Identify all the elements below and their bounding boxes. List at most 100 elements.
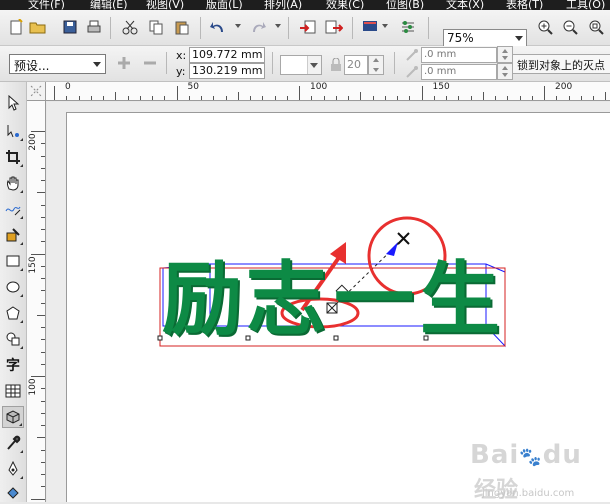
toolbar-separator — [166, 52, 167, 74]
menu-view[interactable]: 视图(V) — [146, 0, 184, 10]
application-launcher-icon[interactable] — [360, 17, 380, 37]
pick-tool-icon[interactable] — [2, 92, 24, 114]
ruler-tick — [127, 96, 129, 100]
table-tool-icon[interactable] — [2, 380, 24, 402]
menu-table[interactable]: 表格(T) — [506, 0, 543, 10]
preset-dropdown[interactable]: 预设... — [9, 54, 106, 74]
depth-lock-icon — [326, 55, 346, 75]
toolbar-separator — [394, 52, 395, 74]
ruler-tick — [41, 339, 45, 341]
standard-toolbar: 75% — [0, 10, 610, 47]
vanishing-point-x-spinner[interactable] — [497, 46, 513, 63]
ruler-tick — [41, 400, 45, 402]
print-icon[interactable] — [84, 17, 104, 37]
ruler-tick — [409, 96, 411, 100]
freehand-tool-icon[interactable] — [2, 198, 24, 220]
ruler-tick — [41, 449, 45, 451]
toolbar-separator — [272, 52, 273, 74]
extrude-tool-icon[interactable] — [2, 406, 24, 428]
ruler-tick — [41, 241, 45, 243]
y-coordinate-input[interactable]: 130.219 mm — [189, 63, 265, 79]
add-preset-icon[interactable] — [114, 53, 134, 73]
polygon-tool-icon[interactable] — [2, 302, 24, 324]
fill-tool-icon[interactable] — [2, 482, 24, 504]
ruler-tick — [37, 192, 45, 194]
ruler-tick — [115, 92, 117, 100]
open-folder-icon[interactable] — [28, 17, 48, 37]
ruler-origin-corner[interactable] — [27, 82, 46, 101]
outline-tool-icon[interactable] — [2, 458, 24, 480]
vanishing-point-y-spinner[interactable] — [497, 63, 513, 80]
crop-tool-icon[interactable] — [2, 146, 24, 168]
ruler-tick — [458, 96, 460, 100]
ruler-tick — [299, 86, 300, 100]
horizontal-ruler: 0 50 100 150 200 — [27, 82, 610, 101]
toolbar-separator — [200, 17, 201, 39]
text-char: 励 — [162, 253, 242, 346]
ruler-tick — [568, 96, 570, 100]
ruler-label: 100 — [28, 378, 38, 396]
ruler-label: 200 — [555, 82, 573, 92]
cut-icon[interactable] — [120, 17, 140, 37]
smart-fill-tool-icon[interactable] — [2, 224, 24, 246]
ruler-tick — [41, 278, 45, 279]
depth-spinner[interactable] — [368, 55, 384, 75]
menu-text[interactable]: 文本(X) — [446, 0, 484, 10]
ruler-tick — [41, 474, 45, 475]
menu-layout[interactable]: 版面(L) — [206, 0, 243, 10]
vanishing-point-y-input[interactable]: .0 mm — [421, 64, 497, 80]
x-coordinate-input[interactable]: 109.772 mm — [189, 47, 265, 63]
menu-bitmaps[interactable]: 位图(B) — [386, 0, 424, 10]
extrusion-type-dropdown[interactable] — [280, 55, 322, 75]
undo-icon[interactable] — [208, 17, 228, 37]
text-tool-icon[interactable]: 字 — [2, 354, 24, 376]
menu-tools[interactable]: 工具(O) — [566, 0, 605, 10]
new-document-icon[interactable] — [6, 17, 26, 37]
ruler-tick — [41, 486, 45, 488]
menu-bar: 文件(F) 编辑(E) 视图(V) 版面(L) 排列(A) 效果(C) 位图(B… — [0, 0, 610, 10]
ruler-tick — [372, 96, 374, 100]
chevron-down-icon — [310, 63, 318, 68]
remove-preset-icon[interactable] — [140, 53, 160, 73]
ruler-label: 150 — [28, 255, 38, 274]
toolbox: 字 — [0, 82, 27, 502]
zoom-to-selection-icon[interactable] — [586, 17, 606, 37]
menu-effects[interactable]: 效果(C) — [326, 0, 364, 10]
vanishing-point-x-input[interactable]: .0 mm — [421, 47, 497, 63]
ruler-tick — [323, 96, 325, 100]
ruler-tick — [507, 96, 509, 100]
zoom-level-combo[interactable]: 75% — [443, 29, 527, 47]
export-icon[interactable] — [324, 17, 344, 37]
ruler-tick — [482, 92, 484, 100]
basic-shapes-tool-icon[interactable] — [2, 328, 24, 350]
shape-tool-icon[interactable] — [2, 120, 24, 142]
menu-file[interactable]: 文件(F) — [28, 0, 65, 10]
ruler-tick — [348, 96, 349, 100]
ruler-tick — [384, 96, 386, 100]
ruler-tick — [397, 96, 398, 100]
zoom-in-icon[interactable] — [535, 17, 555, 37]
depth-input[interactable]: 20 — [344, 55, 368, 75]
paste-icon[interactable] — [172, 17, 192, 37]
undo-dropdown-icon[interactable] — [235, 24, 241, 28]
options-icon[interactable] — [398, 17, 418, 37]
menu-edit[interactable]: 编辑(E) — [90, 0, 128, 10]
ellipse-tool-icon[interactable] — [2, 276, 24, 298]
ruler-tick — [139, 96, 141, 100]
ruler-tick — [41, 412, 45, 414]
pan-tool-icon[interactable] — [2, 172, 24, 194]
import-icon[interactable] — [298, 17, 318, 37]
rectangle-tool-icon[interactable] — [2, 250, 24, 272]
ruler-tick — [37, 437, 45, 439]
zoom-out-icon[interactable] — [560, 17, 580, 37]
baidu-jingyan-watermark: Bai🐾du 经验 jingyan.baidu.com — [470, 440, 595, 503]
toolbar-separator — [110, 17, 111, 39]
ruler-tick — [78, 96, 80, 100]
eyedropper-tool-icon[interactable] — [2, 432, 24, 454]
copy-icon[interactable] — [146, 17, 166, 37]
launcher-dropdown-icon[interactable] — [382, 24, 388, 28]
save-icon[interactable] — [60, 17, 80, 37]
vanishing-point-lock-dropdown[interactable]: 锁到对象上的灭点 — [512, 54, 610, 74]
menu-arrange[interactable]: 排列(A) — [264, 0, 302, 10]
ruler-tick — [213, 96, 215, 100]
